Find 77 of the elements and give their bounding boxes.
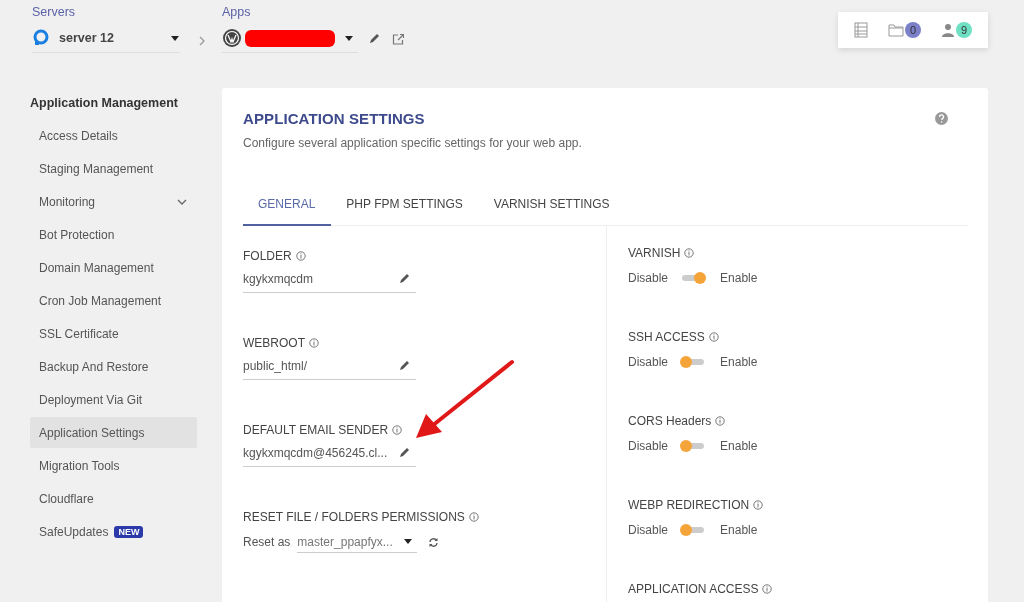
field-label: VARNISH (628, 246, 681, 260)
toggle-label: Enable (720, 439, 758, 453)
sidebar-item[interactable]: Domain Management (30, 252, 197, 283)
tab[interactable]: PHP FPM SETTINGS (331, 190, 479, 226)
caret-icon (403, 538, 414, 545)
text-field[interactable]: kgykxmqcdm (243, 266, 416, 293)
info-icon (468, 512, 479, 522)
refresh-icon (428, 536, 440, 548)
field-label: WEBP REDIRECTION (628, 498, 750, 512)
sidebar-heading: Application Management (30, 95, 179, 112)
pencil-icon (398, 273, 410, 285)
field-label: CORS Headers (628, 414, 712, 428)
wordpress-logo-icon (222, 28, 242, 48)
sidebar-item[interactable]: Deployment Via Git (30, 384, 197, 415)
sidebar-item[interactable]: SafeUpdates NEW (30, 516, 197, 547)
cloud-logo-icon (32, 29, 50, 47)
tab[interactable]: VARNISH SETTINGS (478, 190, 626, 226)
count-badge: 9 (956, 22, 972, 38)
sidebar-item[interactable]: Monitoring (30, 186, 197, 217)
field-label: RESET FILE / FOLDERS PERMISSIONS (243, 510, 465, 524)
counter-button[interactable]: 0 (888, 22, 921, 38)
external-link-icon (392, 33, 404, 45)
permission-select[interactable]: master_ppapfyx... (297, 531, 418, 553)
field-label: WEBROOT (243, 336, 305, 350)
info-icon (309, 338, 319, 348)
new-badge: NEW (114, 525, 144, 538)
server-select[interactable]: server 12 (32, 25, 180, 53)
toggle-label: Disable (628, 523, 669, 537)
counter-button[interactable] (854, 22, 868, 38)
external-link-button[interactable] (390, 31, 406, 47)
pencil-icon (398, 360, 410, 372)
info-icon (762, 584, 773, 594)
field-label: DEFAULT EMAIL SENDER (243, 423, 389, 437)
sidebar-item[interactable]: Staging Management (30, 153, 197, 184)
field-label: SSH ACCESS (628, 330, 705, 344)
field-prefix: Reset as (243, 535, 291, 549)
help-icon (935, 112, 948, 125)
info-icon (295, 251, 306, 261)
toggle-label: Disable (628, 271, 669, 285)
toggle-switch[interactable] (680, 271, 707, 285)
counter-button[interactable]: 9 (941, 22, 972, 38)
toggle-label: Disable (628, 439, 669, 453)
field-label: FOLDER (243, 249, 292, 263)
pencil-icon (368, 33, 380, 45)
folder-icon (888, 23, 904, 37)
info-icon (753, 500, 764, 510)
tab[interactable]: GENERAL (243, 190, 332, 226)
field-label: Apps (222, 5, 252, 21)
info-icon (392, 425, 403, 435)
sidebar-item[interactable]: Backup And Restore (30, 351, 197, 382)
count-badge: 0 (905, 22, 921, 38)
pencil-icon (398, 447, 410, 459)
caret-icon (170, 34, 180, 42)
sidebar-item[interactable]: Access Details (30, 120, 197, 151)
sidebar-item[interactable]: Cron Job Management (30, 285, 197, 316)
caret-icon (344, 34, 354, 42)
sidebar-item[interactable]: Cloudflare (30, 483, 197, 514)
sidebar-item[interactable]: SSL Certificate (30, 318, 197, 349)
list-icon (854, 22, 868, 38)
sidebar-item[interactable]: Application Settings (30, 417, 197, 448)
info-icon (708, 332, 719, 342)
toggle-label: Disable (628, 355, 669, 369)
field-label: Servers (32, 5, 77, 21)
text-field[interactable]: kgykxmqcdm@456245.cl... (243, 440, 416, 467)
panel-title: APPLICATION SETTINGS (243, 110, 425, 127)
user-icon (941, 23, 955, 37)
sidebar-item[interactable]: Migration Tools (30, 450, 197, 481)
info-icon (715, 416, 726, 426)
sidebar-item[interactable]: Bot Protection (30, 219, 197, 250)
chevron-icon (198, 36, 206, 46)
text-field[interactable]: public_html/ (243, 353, 416, 380)
toggle-label: Enable (720, 355, 758, 369)
toggle-label: Enable (720, 271, 758, 285)
toggle-label: Enable (720, 523, 758, 537)
panel-description: Configure several application specific settings for your web app. (243, 136, 583, 150)
field-label: APPLICATION ACCESS (628, 582, 759, 596)
info-icon (684, 248, 695, 258)
